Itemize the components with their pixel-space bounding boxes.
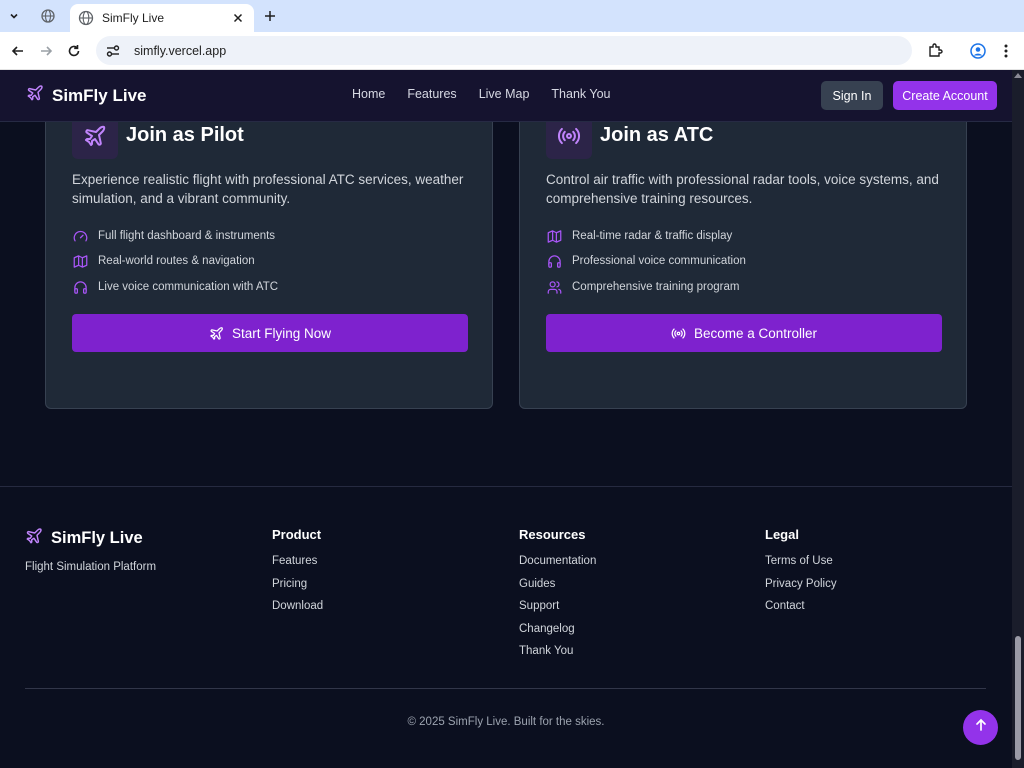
map-icon bbox=[546, 228, 562, 244]
plane-icon bbox=[25, 527, 43, 550]
site-header: SimFly Live Home Features Live Map Thank… bbox=[0, 70, 1012, 122]
site-settings-icon[interactable] bbox=[106, 43, 122, 59]
nav-features[interactable]: Features bbox=[407, 87, 456, 101]
footer-column-heading: Product bbox=[272, 527, 322, 542]
pilot-feature-text: Live voice communication with ATC bbox=[98, 281, 279, 293]
footer-link-pricing[interactable]: Pricing bbox=[272, 578, 323, 601]
atc-card: Join as ATC Control air traffic with pro… bbox=[519, 90, 967, 409]
site-footer: SimFly Live Flight Simulation Platform P… bbox=[0, 486, 1012, 768]
start-flying-button[interactable]: Start Flying Now bbox=[72, 314, 468, 352]
address-bar[interactable]: simfly.vercel.app bbox=[96, 36, 912, 65]
scroll-to-top-button[interactable] bbox=[963, 710, 998, 745]
scroll-up-arrow-icon[interactable] bbox=[1014, 73, 1022, 78]
footer-column-resources: Resources Documentation Guides Support C… bbox=[519, 527, 596, 668]
headphones-icon bbox=[546, 253, 562, 269]
pilot-card: Join as Pilot Experience realistic fligh… bbox=[45, 90, 493, 409]
atc-feature-item: Real-time radar & traffic display bbox=[546, 228, 732, 244]
plane-icon bbox=[26, 84, 44, 107]
arrow-up-icon bbox=[974, 718, 988, 737]
atc-feature-text: Professional voice communication bbox=[572, 255, 746, 267]
headphones-icon bbox=[72, 279, 88, 295]
nav-thank-you[interactable]: Thank You bbox=[551, 87, 610, 101]
nav-home[interactable]: Home bbox=[352, 87, 385, 101]
browser-tab-strip: SimFly Live bbox=[0, 0, 1024, 32]
start-flying-label: Start Flying Now bbox=[231, 325, 332, 341]
radio-signal-icon bbox=[671, 326, 686, 341]
create-account-button[interactable]: Create Account bbox=[893, 81, 997, 110]
forward-arrow-icon[interactable] bbox=[36, 41, 56, 61]
footer-divider bbox=[25, 688, 986, 689]
browser-toolbar: simfly.vercel.app bbox=[0, 32, 1024, 70]
pilot-card-title: Join as Pilot bbox=[126, 124, 244, 146]
back-arrow-icon[interactable] bbox=[8, 41, 28, 61]
page-scrollbar[interactable] bbox=[1012, 70, 1024, 768]
footer-copyright: © 2025 SimFly Live. Built for the skies. bbox=[407, 716, 605, 728]
footer-link-guides[interactable]: Guides bbox=[519, 578, 596, 601]
become-controller-label: Become a Controller bbox=[693, 325, 818, 341]
tab-title: SimFly Live bbox=[102, 11, 165, 25]
footer-link-contact[interactable]: Contact bbox=[765, 600, 837, 623]
become-controller-button[interactable]: Become a Controller bbox=[546, 314, 942, 352]
atc-feature-item: Professional voice communication bbox=[546, 253, 746, 269]
pilot-feature-item: Real-world routes & navigation bbox=[72, 253, 255, 269]
footer-link-changelog[interactable]: Changelog bbox=[519, 623, 596, 646]
footer-column-legal: Legal Terms of Use Privacy Policy Contac… bbox=[765, 527, 837, 623]
atc-feature-text: Comprehensive training program bbox=[572, 281, 740, 293]
map-icon bbox=[72, 253, 88, 269]
extensions-puzzle-icon[interactable] bbox=[925, 41, 945, 61]
pilot-card-description: Experience realistic flight with profess… bbox=[72, 172, 464, 206]
footer-link-features[interactable]: Features bbox=[272, 555, 323, 578]
inactive-tab-globe-icon[interactable] bbox=[36, 6, 60, 26]
address-url: simfly.vercel.app bbox=[134, 43, 227, 58]
footer-link-download[interactable]: Download bbox=[272, 600, 323, 623]
header-brand-link[interactable]: SimFly Live bbox=[26, 84, 146, 107]
atc-card-title: Join as ATC bbox=[600, 124, 714, 146]
footer-link-privacy[interactable]: Privacy Policy bbox=[765, 578, 837, 601]
footer-link-thank-you[interactable]: Thank You bbox=[519, 645, 596, 668]
footer-column-product: Product Features Pricing Download bbox=[272, 527, 323, 623]
reload-icon[interactable] bbox=[64, 41, 84, 61]
footer-link-documentation[interactable]: Documentation bbox=[519, 555, 596, 578]
brand-name: SimFly Live bbox=[52, 85, 147, 105]
browser-menu-icon[interactable] bbox=[996, 41, 1016, 61]
users-icon bbox=[546, 279, 562, 295]
atc-feature-item: Comprehensive training program bbox=[546, 279, 739, 295]
atc-feature-text: Real-time radar & traffic display bbox=[572, 230, 733, 242]
close-tab-icon[interactable] bbox=[230, 10, 246, 26]
main-nav: Home Features Live Map Thank You bbox=[352, 87, 633, 101]
new-tab-plus-icon[interactable] bbox=[260, 7, 280, 25]
globe-icon bbox=[78, 10, 94, 26]
footer-column-heading: Legal bbox=[765, 527, 799, 542]
atc-card-description: Control air traffic with professional ra… bbox=[546, 172, 939, 206]
pilot-feature-item: Live voice communication with ATC bbox=[72, 279, 278, 295]
page-viewport: SimFly Live Home Features Live Map Thank… bbox=[0, 70, 1012, 768]
pilot-feature-item: Full flight dashboard & instruments bbox=[72, 228, 275, 244]
tab-search-chevron-icon[interactable] bbox=[5, 7, 23, 25]
footer-tagline: Flight Simulation Platform bbox=[25, 561, 157, 573]
sign-in-button[interactable]: Sign In bbox=[821, 81, 883, 110]
footer-column-heading: Resources bbox=[519, 527, 586, 542]
footer-link-terms[interactable]: Terms of Use bbox=[765, 555, 837, 578]
nav-live-map[interactable]: Live Map bbox=[479, 87, 530, 101]
pilot-feature-text: Full flight dashboard & instruments bbox=[98, 230, 276, 242]
plane-icon bbox=[209, 326, 224, 341]
pilot-feature-text: Real-world routes & navigation bbox=[98, 255, 255, 267]
scrollbar-thumb[interactable] bbox=[1015, 636, 1021, 760]
gauge-icon bbox=[72, 228, 88, 244]
footer-brand[interactable]: SimFly Live bbox=[25, 527, 143, 550]
active-tab[interactable]: SimFly Live bbox=[70, 4, 254, 32]
profile-avatar-icon[interactable] bbox=[968, 41, 988, 61]
footer-brand-name: SimFly Live bbox=[51, 529, 143, 547]
footer-link-support[interactable]: Support bbox=[519, 600, 596, 623]
